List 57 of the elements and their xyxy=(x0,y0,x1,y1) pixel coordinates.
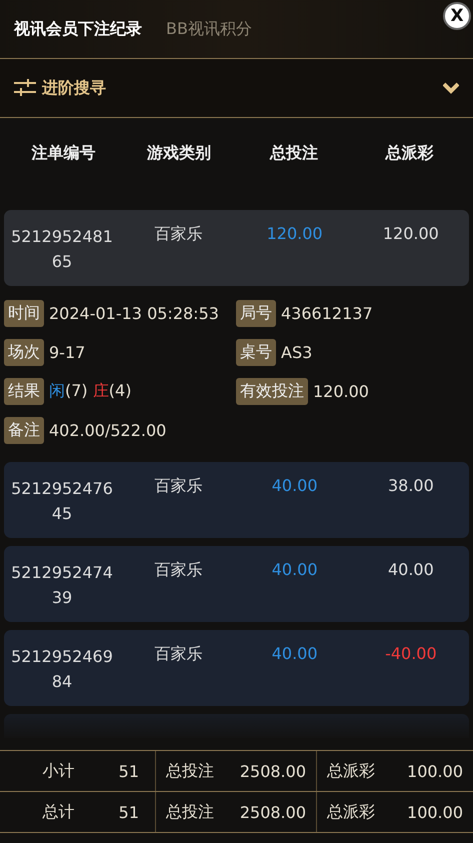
detail-label: 有效投注 xyxy=(236,378,308,405)
total-label: 总派彩 xyxy=(327,802,375,822)
tab[interactable]: BB视讯积分 xyxy=(166,18,252,40)
payout-amount: 40.00 xyxy=(386,560,435,579)
bet-row[interactable]: 521295248165 百家乐 120.00 120.00 xyxy=(4,210,469,286)
detail-value: 402.00/522.00 xyxy=(49,421,166,440)
result-value: 闲(7) 庄(4) xyxy=(49,381,132,402)
chevron-icon[interactable] xyxy=(443,82,459,94)
total-label: 总派彩 xyxy=(327,760,375,782)
payout-amount: 38.00 xyxy=(386,476,435,495)
total-value: 100.00 xyxy=(407,802,463,822)
order-id: 521295247439 xyxy=(10,562,114,609)
order-id: 521295246984 xyxy=(10,646,114,693)
total-value: 2508.00 xyxy=(240,762,306,780)
detail-value: 436612137 xyxy=(281,304,373,323)
column-header: 总派彩 xyxy=(384,143,434,164)
bet-row[interactable]: 521295247439 百家乐 40.00 40.00 xyxy=(4,546,469,622)
column-header: 注单编号 xyxy=(30,143,97,164)
total-label: 总投注 xyxy=(166,760,214,782)
column-header: 总投注 xyxy=(268,143,320,164)
total-value: 2508.00 xyxy=(240,802,306,822)
payout-amount: -40.00 xyxy=(384,644,438,663)
detail-value: AS3 xyxy=(281,343,312,362)
detail-value: 9-17 xyxy=(49,343,86,362)
total-count: 51 xyxy=(118,762,139,780)
total-value: 100.00 xyxy=(407,762,463,780)
total-label: 总计 xyxy=(42,802,75,822)
game-type: 百家乐 xyxy=(153,644,204,665)
game-type: 百家乐 xyxy=(153,560,204,581)
game-type: 百家乐 xyxy=(153,224,204,245)
game-type: 百家乐 xyxy=(153,476,204,497)
total-label: 小计 xyxy=(42,760,75,782)
detail-label: 场次 xyxy=(4,339,44,366)
bet-amount: 120.00 xyxy=(266,224,324,243)
detail-label: 备注 xyxy=(4,417,44,444)
bet-amount: 40.00 xyxy=(270,560,319,579)
column-header: 游戏类别 xyxy=(146,143,212,164)
total-count: 51 xyxy=(118,802,139,822)
filter-label: 进阶搜寻 xyxy=(42,78,106,98)
detail-value: 120.00 xyxy=(313,382,369,401)
detail-label: 局号 xyxy=(236,300,276,327)
detail-value: 2024-01-13 05:28:53 xyxy=(49,304,219,323)
detail-label: 时间 xyxy=(4,300,44,327)
total-label: 总投注 xyxy=(166,802,214,822)
payout-amount: 120.00 xyxy=(382,224,440,243)
tab[interactable]: 视讯会员下注纪录 xyxy=(14,18,142,40)
bet-row[interactable]: 521295247645 百家乐 40.00 38.00 xyxy=(4,462,469,538)
detail-label: 桌号 xyxy=(236,339,276,366)
bet-row[interactable]: 521295246984 百家乐 40.00 -40.00 xyxy=(4,630,469,706)
order-id: 521295247645 xyxy=(10,478,114,525)
filter-bar[interactable]: 进阶搜寻 xyxy=(0,59,473,118)
close-button[interactable]: X xyxy=(443,2,471,30)
order-id: 521295248165 xyxy=(10,226,114,273)
detail-label: 结果 xyxy=(4,378,44,405)
bet-amount: 40.00 xyxy=(270,476,319,495)
sliders-icon xyxy=(14,79,36,97)
bet-amount: 40.00 xyxy=(270,644,319,663)
